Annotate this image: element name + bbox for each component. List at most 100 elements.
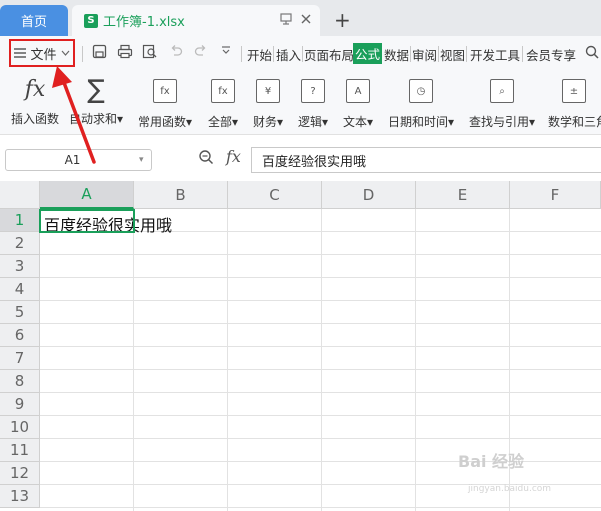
date-time-label: 日期和时间▾ bbox=[387, 115, 455, 129]
search-book-icon: ⌕ bbox=[466, 79, 538, 107]
grid-line bbox=[415, 209, 416, 511]
tab-page-layout[interactable]: 页面布局 bbox=[304, 45, 354, 64]
common-functions-label: 常用函数▾ bbox=[137, 115, 193, 129]
insert-function-label: 插入函数 bbox=[10, 112, 59, 126]
row-header-11[interactable]: 11 bbox=[0, 439, 40, 462]
file-menu-button[interactable]: 文件 bbox=[9, 39, 75, 67]
separator bbox=[82, 46, 83, 62]
separator bbox=[410, 46, 411, 62]
row-header-8[interactable]: 8 bbox=[0, 370, 40, 393]
grid-line bbox=[133, 209, 134, 511]
row-header-2[interactable]: 2 bbox=[0, 232, 40, 255]
zoom-search-icon[interactable] bbox=[198, 149, 214, 169]
financial-label: 财务▾ bbox=[252, 115, 284, 129]
function-star-icon: fx bbox=[137, 79, 193, 107]
lookup-reference-button[interactable]: ⌕ 查找与引用▾ bbox=[466, 76, 538, 130]
tab-review[interactable]: 审阅 bbox=[412, 45, 437, 64]
separator bbox=[302, 46, 303, 62]
customize-toolbar-icon[interactable] bbox=[220, 44, 232, 60]
row-header-9[interactable]: 9 bbox=[0, 393, 40, 416]
print-icon[interactable] bbox=[117, 44, 133, 63]
date-time-button[interactable]: ◷ 日期和时间▾ bbox=[386, 76, 456, 130]
autosum-label: 自动求和▾ bbox=[68, 112, 124, 126]
menu-bar: 文件 开始 插入 页面布局 公式 数据 审阅 视图 开发工具 会员专享 bbox=[0, 36, 601, 72]
row-header-5[interactable]: 5 bbox=[0, 301, 40, 324]
tab-document[interactable]: S 工作簿-1.xlsx bbox=[72, 5, 320, 36]
insert-function-button[interactable]: fx 插入函数 bbox=[10, 76, 60, 127]
tab-member[interactable]: 会员专享 bbox=[526, 45, 576, 64]
math-trig-button[interactable]: ± 数学和三角 bbox=[548, 76, 601, 130]
row-header-10[interactable]: 10 bbox=[0, 416, 40, 439]
lookup-reference-label: 查找与引用▾ bbox=[468, 115, 536, 129]
tab-view[interactable]: 视图 bbox=[440, 45, 465, 64]
name-box-value: A1 bbox=[64, 153, 81, 167]
document-title: 工作簿-1.xlsx bbox=[103, 15, 185, 30]
row-header-4[interactable]: 4 bbox=[0, 278, 40, 301]
separator bbox=[522, 46, 523, 62]
text-book-icon: A bbox=[340, 79, 376, 107]
formula-input[interactable]: 百度经验很实用哦 bbox=[251, 147, 601, 173]
tab-formulas[interactable]: 公式 bbox=[353, 43, 383, 64]
row-header-1[interactable]: 1 bbox=[0, 209, 40, 232]
row-header-3[interactable]: 3 bbox=[0, 255, 40, 278]
grid-line bbox=[321, 209, 322, 511]
row-header-7[interactable]: 7 bbox=[0, 347, 40, 370]
clock-book-icon: ◷ bbox=[386, 79, 456, 107]
logical-button[interactable]: ? 逻辑▾ bbox=[295, 76, 331, 130]
title-tab-bar: 首页 S 工作簿-1.xlsx + bbox=[0, 0, 601, 36]
fx-icon[interactable]: fx bbox=[226, 147, 241, 166]
logical-label: 逻辑▾ bbox=[297, 115, 329, 129]
financial-button[interactable]: ¥ 财务▾ bbox=[250, 76, 286, 130]
tab-developer[interactable]: 开发工具 bbox=[470, 45, 520, 64]
separator bbox=[273, 46, 274, 62]
column-header-d[interactable]: D bbox=[322, 181, 416, 209]
hamburger-icon bbox=[14, 48, 27, 58]
column-header-e[interactable]: E bbox=[416, 181, 510, 209]
common-functions-button[interactable]: fx 常用函数▾ bbox=[137, 76, 193, 130]
formula-ribbon: fx 插入函数 ∑ 自动求和▾ fx 常用函数▾ fx 全部▾ ¥ 财务▾ ? … bbox=[0, 72, 601, 135]
yen-book-icon: ¥ bbox=[250, 79, 286, 107]
question-book-icon: ? bbox=[295, 79, 331, 107]
separator bbox=[438, 46, 439, 62]
math-book-icon: ± bbox=[560, 79, 588, 107]
autosum-button[interactable]: ∑ 自动求和▾ bbox=[67, 76, 125, 127]
baidu-watermark: Bai 经验 bbox=[458, 452, 525, 471]
row-header-12[interactable]: 12 bbox=[0, 462, 40, 485]
tab-insert[interactable]: 插入 bbox=[276, 45, 301, 64]
text-button[interactable]: A 文本▾ bbox=[340, 76, 376, 130]
print-preview-icon[interactable] bbox=[142, 44, 158, 63]
save-icon[interactable] bbox=[92, 44, 107, 63]
tab-start[interactable]: 开始 bbox=[247, 45, 272, 64]
select-all-corner[interactable] bbox=[0, 181, 40, 209]
chevron-down-icon bbox=[61, 50, 69, 56]
all-functions-label: 全部▾ bbox=[207, 115, 239, 129]
all-functions-button[interactable]: fx 全部▾ bbox=[205, 76, 241, 130]
column-header-a[interactable]: A bbox=[40, 181, 134, 209]
column-header-c[interactable]: C bbox=[228, 181, 322, 209]
new-tab-button[interactable]: + bbox=[334, 8, 351, 32]
tab-home[interactable]: 首页 bbox=[0, 5, 68, 36]
row-header-6[interactable]: 6 bbox=[0, 324, 40, 347]
close-tab-icon[interactable] bbox=[299, 12, 313, 30]
tab-home-label: 首页 bbox=[20, 15, 47, 30]
spreadsheet-icon: S bbox=[84, 13, 98, 28]
redo-icon[interactable] bbox=[194, 44, 208, 62]
column-header-b[interactable]: B bbox=[134, 181, 228, 209]
fx-icon: fx bbox=[24, 77, 46, 102]
baidu-watermark-url: jingyan.baidu.com bbox=[468, 484, 552, 494]
text-label: 文本▾ bbox=[342, 115, 374, 129]
name-box[interactable]: A1 ▾ bbox=[5, 149, 152, 171]
separator bbox=[466, 46, 467, 62]
pin-window-icon[interactable] bbox=[279, 12, 293, 30]
function-book-icon: fx bbox=[205, 79, 241, 107]
chevron-down-icon: ▾ bbox=[139, 155, 144, 165]
separator bbox=[241, 46, 242, 62]
row-header-13[interactable]: 13 bbox=[0, 485, 40, 508]
formula-bar: A1 ▾ fx 百度经验很实用哦 bbox=[0, 135, 601, 179]
column-header-f[interactable]: F bbox=[510, 181, 601, 209]
math-trig-label: 数学和三角 bbox=[548, 115, 601, 129]
search-icon[interactable] bbox=[585, 45, 599, 63]
tab-data[interactable]: 数据 bbox=[384, 45, 409, 64]
selected-cell-a1[interactable] bbox=[39, 209, 135, 233]
undo-icon[interactable] bbox=[169, 44, 183, 62]
